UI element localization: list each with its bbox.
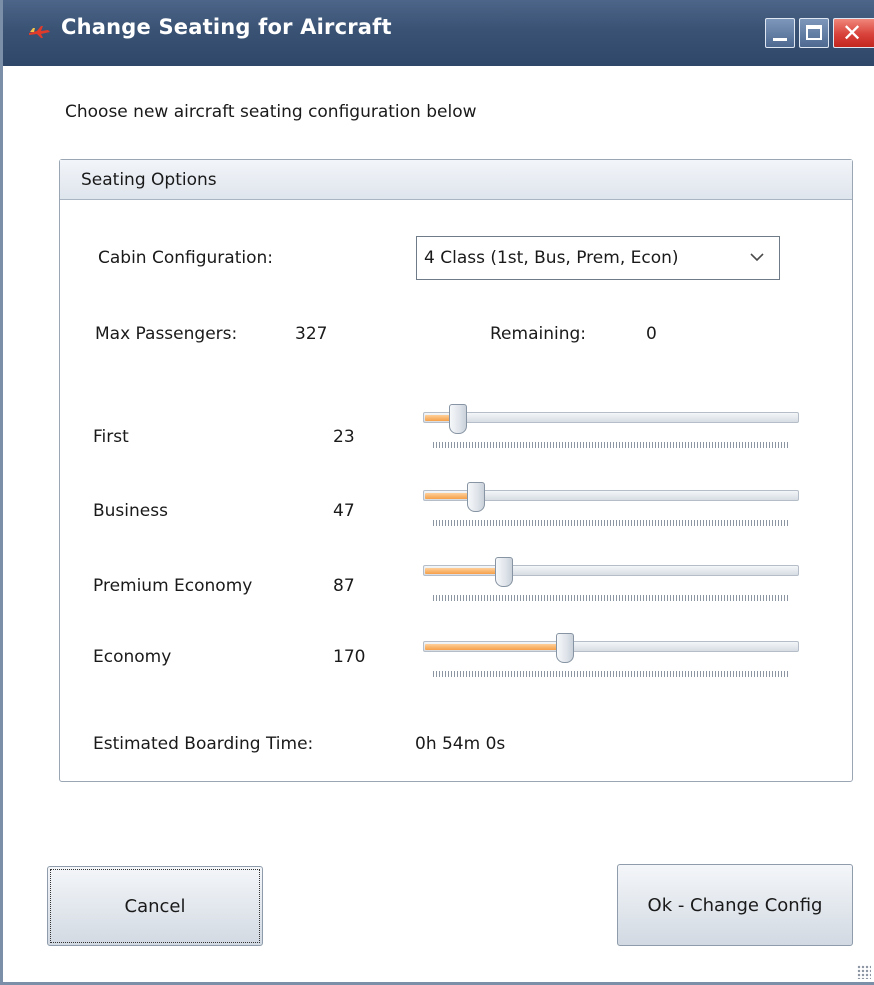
slider-thumb[interactable] xyxy=(495,557,514,587)
business-class-value: 47 xyxy=(333,501,355,521)
resize-grip-icon[interactable] xyxy=(857,965,871,979)
slider-track xyxy=(423,412,799,423)
group-title: Seating Options xyxy=(81,170,217,190)
economy-value: 170 xyxy=(333,647,366,667)
cabin-configuration-label: Cabin Configuration: xyxy=(98,248,273,268)
max-passengers-label: Max Passengers: xyxy=(95,324,238,344)
ok-change-config-button[interactable]: Ok - Change Config xyxy=(617,864,853,946)
title-bar[interactable]: Change Seating for Aircraft ✕ xyxy=(3,0,874,66)
slider-fill xyxy=(425,644,565,650)
cabin-configuration-value: 4 Class (1st, Bus, Prem, Econ) xyxy=(424,248,679,268)
minimize-button[interactable] xyxy=(765,18,795,48)
slider-thumb[interactable] xyxy=(466,482,485,512)
cancel-button[interactable]: Cancel xyxy=(47,866,263,946)
maximize-button[interactable] xyxy=(799,18,829,48)
minimize-icon xyxy=(773,38,787,41)
maximize-icon xyxy=(806,25,822,40)
first-class-label: First xyxy=(93,427,129,447)
remaining-label: Remaining: xyxy=(490,324,586,344)
boarding-time-label: Estimated Boarding Time: xyxy=(93,734,314,754)
premium-economy-slider[interactable] xyxy=(423,557,799,609)
cabin-configuration-select[interactable]: 4 Class (1st, Bus, Prem, Econ) xyxy=(416,236,780,280)
window-title: Change Seating for Aircraft xyxy=(61,15,392,39)
close-icon: ✕ xyxy=(842,19,863,47)
premium-economy-label: Premium Economy xyxy=(93,576,253,596)
boarding-time-value: 0h 54m 0s xyxy=(415,734,506,754)
max-passengers-value: 327 xyxy=(295,324,328,344)
chevron-down-icon xyxy=(750,253,764,262)
economy-label: Economy xyxy=(93,647,172,667)
slider-ticks xyxy=(433,520,789,526)
close-button[interactable]: ✕ xyxy=(833,18,874,48)
first-class-value: 23 xyxy=(333,427,355,447)
premium-economy-value: 87 xyxy=(333,576,355,596)
group-header: Seating Options xyxy=(60,160,852,200)
aircraft-icon xyxy=(29,26,50,38)
slider-ticks xyxy=(433,671,789,677)
intro-text: Choose new aircraft seating configuratio… xyxy=(65,102,477,122)
change-seating-dialog: Change Seating for Aircraft ✕ Choose new… xyxy=(0,0,874,985)
business-class-slider[interactable] xyxy=(423,482,799,534)
slider-ticks xyxy=(433,595,789,601)
economy-slider[interactable] xyxy=(423,633,799,685)
slider-thumb[interactable] xyxy=(448,404,467,434)
business-class-label: Business xyxy=(93,501,168,521)
slider-fill xyxy=(425,568,505,574)
remaining-value: 0 xyxy=(646,324,657,344)
slider-ticks xyxy=(433,442,789,448)
first-class-slider[interactable] xyxy=(423,404,799,456)
slider-thumb[interactable] xyxy=(555,633,574,663)
